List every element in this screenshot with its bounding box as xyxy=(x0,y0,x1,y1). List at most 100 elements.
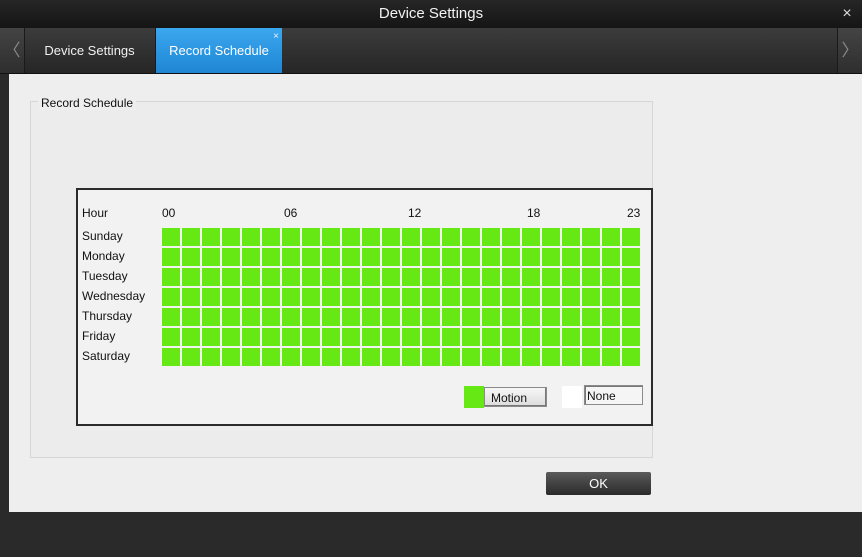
schedule-cell[interactable] xyxy=(322,308,340,326)
schedule-cell[interactable] xyxy=(302,248,320,266)
schedule-cell[interactable] xyxy=(602,248,620,266)
none-legend-button[interactable]: None xyxy=(584,385,643,405)
schedule-cell[interactable] xyxy=(542,328,560,346)
schedule-cell[interactable] xyxy=(482,268,500,286)
schedule-cell[interactable] xyxy=(442,228,460,246)
schedule-cell[interactable] xyxy=(622,248,640,266)
schedule-cell[interactable] xyxy=(182,328,200,346)
schedule-cell[interactable] xyxy=(522,268,540,286)
schedule-cell[interactable] xyxy=(342,348,360,366)
schedule-cell[interactable] xyxy=(442,328,460,346)
schedule-cell[interactable] xyxy=(482,328,500,346)
schedule-cell[interactable] xyxy=(202,328,220,346)
schedule-cell[interactable] xyxy=(602,328,620,346)
schedule-cell[interactable] xyxy=(442,348,460,366)
schedule-cell[interactable] xyxy=(582,288,600,306)
schedule-cell[interactable] xyxy=(502,328,520,346)
schedule-cell[interactable] xyxy=(522,288,540,306)
schedule-cell[interactable] xyxy=(222,308,240,326)
schedule-cell[interactable] xyxy=(362,308,380,326)
schedule-cell[interactable] xyxy=(422,328,440,346)
schedule-cell[interactable] xyxy=(282,248,300,266)
motion-legend-button[interactable]: Motion xyxy=(484,387,547,407)
schedule-cell[interactable] xyxy=(222,288,240,306)
schedule-cell[interactable] xyxy=(362,228,380,246)
schedule-cell[interactable] xyxy=(422,228,440,246)
schedule-cell[interactable] xyxy=(402,288,420,306)
schedule-cell[interactable] xyxy=(222,268,240,286)
schedule-cell[interactable] xyxy=(482,228,500,246)
schedule-cell[interactable] xyxy=(402,228,420,246)
schedule-cell[interactable] xyxy=(522,228,540,246)
schedule-cell[interactable] xyxy=(242,308,260,326)
schedule-cell[interactable] xyxy=(582,248,600,266)
schedule-cell[interactable] xyxy=(322,228,340,246)
schedule-cell[interactable] xyxy=(462,228,480,246)
schedule-cell[interactable] xyxy=(582,348,600,366)
none-color-swatch[interactable] xyxy=(562,386,582,408)
schedule-cell[interactable] xyxy=(202,348,220,366)
schedule-cell[interactable] xyxy=(522,248,540,266)
schedule-cell[interactable] xyxy=(242,228,260,246)
tab-scroll-right-icon[interactable]: 〉 xyxy=(837,28,862,73)
schedule-cell[interactable] xyxy=(602,288,620,306)
schedule-cell[interactable] xyxy=(342,248,360,266)
schedule-cell[interactable] xyxy=(202,248,220,266)
schedule-cell[interactable] xyxy=(322,348,340,366)
schedule-cell[interactable] xyxy=(342,268,360,286)
schedule-cell[interactable] xyxy=(582,268,600,286)
schedule-cell[interactable] xyxy=(162,348,180,366)
schedule-cell[interactable] xyxy=(162,328,180,346)
schedule-cell[interactable] xyxy=(282,308,300,326)
schedule-cell[interactable] xyxy=(382,228,400,246)
schedule-cell[interactable] xyxy=(562,268,580,286)
schedule-cell[interactable] xyxy=(382,268,400,286)
schedule-cell[interactable] xyxy=(362,288,380,306)
schedule-cell[interactable] xyxy=(342,308,360,326)
schedule-cell[interactable] xyxy=(242,328,260,346)
schedule-cell[interactable] xyxy=(462,268,480,286)
schedule-cell[interactable] xyxy=(442,248,460,266)
schedule-cell[interactable] xyxy=(422,348,440,366)
schedule-cell[interactable] xyxy=(382,348,400,366)
schedule-cell[interactable] xyxy=(262,308,280,326)
schedule-cell[interactable] xyxy=(162,268,180,286)
schedule-cell[interactable] xyxy=(282,268,300,286)
schedule-cell[interactable] xyxy=(602,308,620,326)
schedule-cell[interactable] xyxy=(582,228,600,246)
schedule-cell[interactable] xyxy=(302,308,320,326)
schedule-cell[interactable] xyxy=(622,328,640,346)
schedule-cell[interactable] xyxy=(562,248,580,266)
tab-record-schedule[interactable]: Record Schedule × xyxy=(156,28,282,73)
schedule-cell[interactable] xyxy=(302,348,320,366)
motion-color-swatch[interactable] xyxy=(464,386,484,408)
schedule-cell[interactable] xyxy=(282,228,300,246)
schedule-cell[interactable] xyxy=(362,268,380,286)
schedule-cell[interactable] xyxy=(422,248,440,266)
schedule-cell[interactable] xyxy=(222,348,240,366)
schedule-cell[interactable] xyxy=(482,348,500,366)
close-icon[interactable]: × xyxy=(838,0,856,28)
schedule-cell[interactable] xyxy=(202,308,220,326)
schedule-cell[interactable] xyxy=(602,228,620,246)
schedule-cell[interactable] xyxy=(542,348,560,366)
schedule-cell[interactable] xyxy=(342,228,360,246)
schedule-cell[interactable] xyxy=(482,288,500,306)
schedule-cell[interactable] xyxy=(602,268,620,286)
schedule-cell[interactable] xyxy=(262,248,280,266)
schedule-cell[interactable] xyxy=(462,288,480,306)
schedule-cell[interactable] xyxy=(542,268,560,286)
schedule-cell[interactable] xyxy=(402,308,420,326)
schedule-cell[interactable] xyxy=(522,308,540,326)
schedule-cell[interactable] xyxy=(262,328,280,346)
schedule-cell[interactable] xyxy=(422,268,440,286)
schedule-cell[interactable] xyxy=(622,228,640,246)
schedule-cell[interactable] xyxy=(522,348,540,366)
schedule-cell[interactable] xyxy=(562,348,580,366)
schedule-cell[interactable] xyxy=(282,328,300,346)
schedule-cell[interactable] xyxy=(622,308,640,326)
schedule-cell[interactable] xyxy=(302,268,320,286)
schedule-cell[interactable] xyxy=(242,348,260,366)
schedule-cell[interactable] xyxy=(182,248,200,266)
schedule-cell[interactable] xyxy=(162,288,180,306)
